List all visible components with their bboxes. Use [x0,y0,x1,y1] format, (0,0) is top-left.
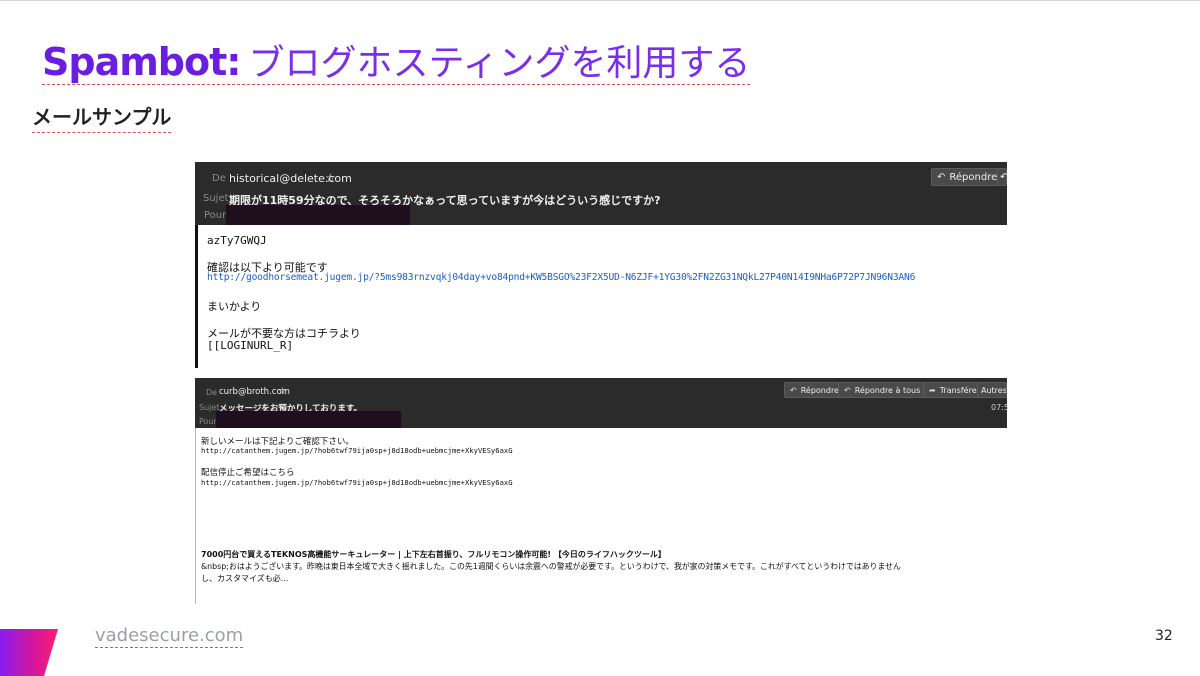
body-link[interactable]: http://goodhorsemeat.jugem.jp/?5ms983rnz… [207,272,915,283]
forward-button-label: Transférer [939,386,980,395]
from-label: De [206,388,218,397]
to-label: Pour [204,210,227,221]
reply-all-button[interactable]: ↶Répondre à tous▾ [838,382,934,398]
body-line: 配信停止ご希望はこちら [201,468,295,478]
email-2-header: De curb@broth.com ☆ ↶ Répondre ↶ Répondre … [195,378,1009,428]
star-icon[interactable]: ☆ [325,171,336,185]
reply-all-button-label: Répondre à tous [854,386,921,395]
body-code: azTy7GWQJ [207,234,267,247]
body-line: まいかより [207,300,262,313]
body-link[interactable]: http://catanthem.jugem.jp/?hob6twf79ija0… [201,478,513,487]
more-button[interactable]: Autres [977,382,1007,398]
page-number: 32 [1155,628,1173,644]
to-label: Pour [199,417,217,426]
reply-icon: ↶ [790,386,797,395]
reply-all-icon: ↶ [1000,172,1009,183]
brand-logo-shape [0,629,58,676]
redacted-recipient [216,411,401,428]
forward-icon: ➦ [929,386,936,395]
title-japanese: ブログホスティングを利用する [248,43,751,84]
section-subtitle: メールサンプル [32,101,172,133]
email-sample-1: De historical@delete.com ☆ ↶ Répondre ↶ S… [195,162,1009,368]
top-divider [0,0,1200,1]
reply-icon: ↶ [937,172,946,183]
reply-all-icon: ↶ [844,386,851,395]
reply-button[interactable]: ↶ Répondre [784,382,845,398]
body-link[interactable]: http://catanthem.jugem.jp/?hob6twf79ija0… [201,446,513,455]
email-sample-2: De curb@broth.com ☆ ↶ Répondre ↶ Répondre … [195,378,1009,604]
received-time: 07:5 [991,403,1009,412]
reply-button-label: Répondre [949,172,998,183]
reply-button[interactable]: ↶ Répondre [931,168,1004,186]
email-1-header: De historical@delete.com ☆ ↶ Répondre ↶ S… [195,162,1009,225]
body-headline: 7000円台で買えるTEKNOS高機能サーキュレーター | 上下左右首振り、フル… [201,550,666,559]
title-brand: Spambot: [42,40,241,84]
more-button-label: Autres [981,386,1007,395]
body-line: し、カスタマイズも必... [201,574,289,583]
body-line: &nbsp;おはようございます。昨晩は東日本全域で大きく揺れました。この先1週間… [201,562,901,571]
reply-button-label: Répondre [800,386,839,395]
slide-title: Spambot: ブログホスティングを利用する [42,34,751,85]
redacted-recipient [226,205,410,225]
subject-label: Sujet [203,193,229,204]
email-2-body: 新しいメールは下記よりご確認下さい。 http://catanthem.juge… [195,428,1007,604]
body-placeholder: [[LOGINURL_R] [207,339,294,352]
email-1-body: azTy7GWQJ 確認は以下より可能です http://goodhorseme… [195,225,1007,368]
star-icon[interactable]: ☆ [278,386,287,397]
footer-url[interactable]: vadesecure.com [95,625,244,648]
from-label: De [212,173,226,184]
more-actions-button[interactable]: ↶ [997,168,1009,186]
